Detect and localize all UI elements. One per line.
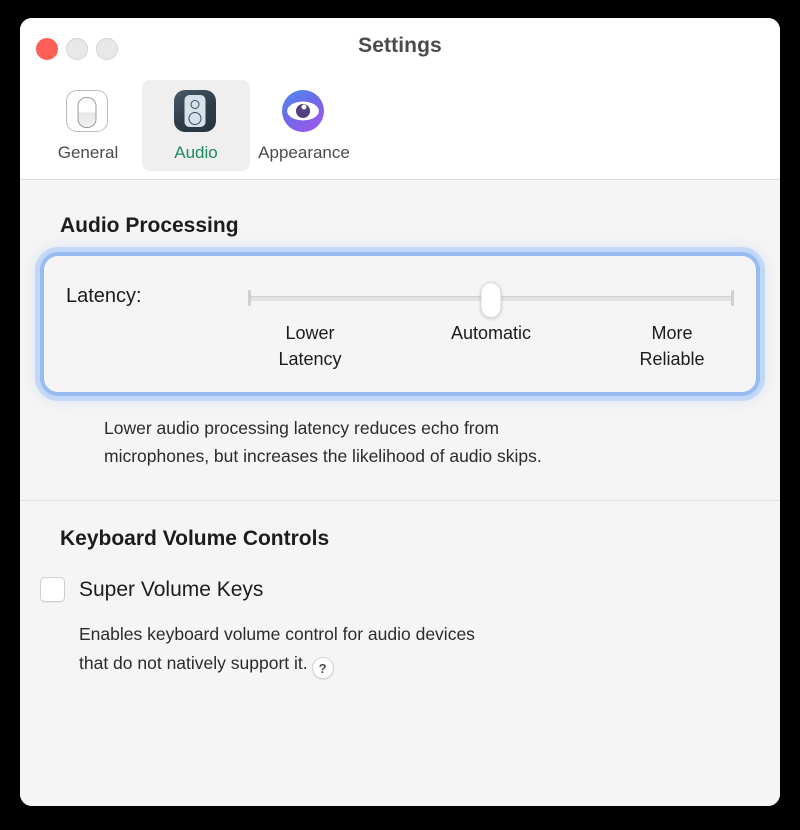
latency-slider-group[interactable]: Latency: Lower Latency Automatic More Re…	[44, 256, 756, 393]
latency-label: Latency:	[66, 285, 142, 307]
tab-appearance-label: Appearance	[258, 143, 350, 162]
eye-icon	[282, 90, 326, 134]
speaker-icon	[174, 90, 218, 134]
latency-slider[interactable]	[248, 280, 734, 318]
keyboard-volume-section: Keyboard Volume Controls	[20, 501, 780, 551]
super-volume-keys-description: Enables keyboard volume control for audi…	[20, 602, 620, 680]
toggle-switch-icon	[66, 90, 110, 134]
kb-help-line1: Enables keyboard volume control for audi…	[79, 624, 475, 645]
settings-window: Settings General Audio Appearance Audio …	[20, 18, 780, 806]
window-title: Settings	[358, 34, 442, 57]
latency-slider-row: Latency: Lower Latency Automatic More Re…	[66, 270, 734, 372]
settings-toolbar: General Audio Appearance	[20, 80, 780, 180]
keyboard-volume-heading: Keyboard Volume Controls	[60, 527, 330, 551]
super-volume-keys-row[interactable]: Super Volume Keys	[20, 577, 780, 603]
tab-audio[interactable]: Audio	[142, 80, 250, 171]
audio-processing-heading: Audio Processing	[60, 214, 239, 237]
slider-thumb[interactable]	[480, 282, 502, 318]
slider-label-lower-latency: Lower Latency	[278, 323, 342, 370]
tab-audio-label: Audio	[174, 143, 218, 162]
slider-tick-left	[248, 290, 251, 306]
kb-help-line2: that do not natively support it.?	[79, 649, 620, 680]
latency-slider-area: Lower Latency Automatic More Reliable	[248, 270, 734, 372]
help-button[interactable]: ?	[311, 657, 334, 680]
slider-tick-right	[731, 290, 734, 306]
super-volume-keys-label: Super Volume Keys	[79, 577, 264, 601]
latency-description: Lower audio processing latency reduces e…	[104, 418, 542, 467]
slider-label-automatic: Automatic	[450, 323, 532, 343]
slider-label-more-reliable: More Reliable	[639, 323, 705, 370]
settings-content: Audio Processing Latency: Lower Latency	[20, 180, 780, 806]
title-bar: Settings	[20, 18, 780, 80]
slider-scale-labels: Lower Latency Automatic More Reliable	[248, 320, 734, 372]
tab-general-label: General	[57, 143, 119, 162]
tab-appearance[interactable]: Appearance	[250, 80, 358, 171]
tab-general[interactable]: General	[34, 80, 142, 171]
super-volume-keys-checkbox[interactable]	[40, 577, 65, 603]
audio-processing-section: Audio Processing	[20, 180, 780, 238]
